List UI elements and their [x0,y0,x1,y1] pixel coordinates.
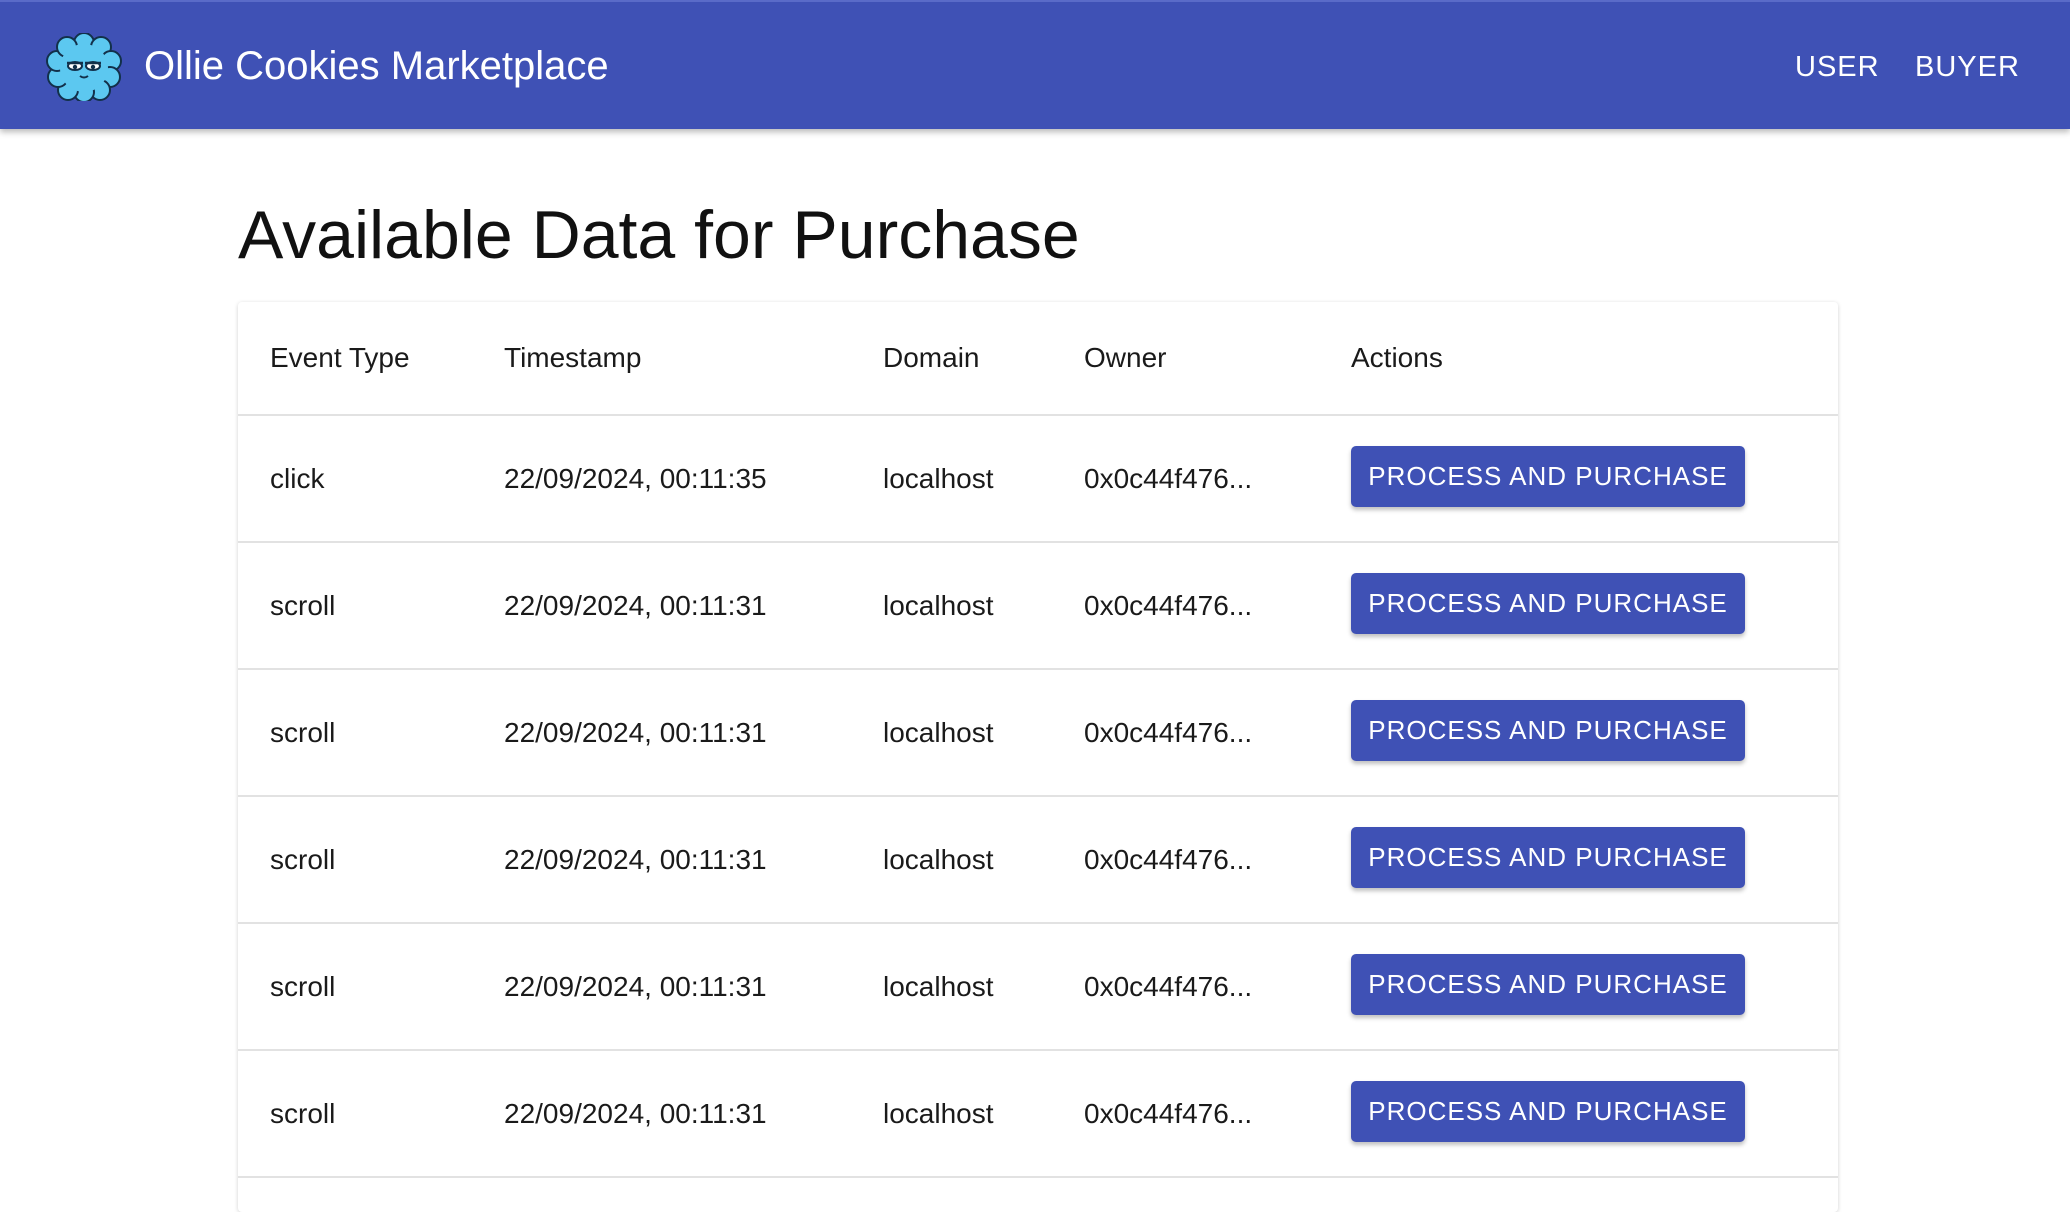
column-header-event-type: Event Type [270,342,410,373]
table-row: scroll 22/09/2024, 00:11:31 localhost 0x… [238,924,1838,1051]
column-header-domain: Domain [883,342,980,373]
event-type-cell: scroll [270,970,336,1002]
event-type-cell: click [270,462,325,494]
owner-cell: 0x0c44f476... [1084,1097,1253,1129]
page-title: Available Data for Purchase [238,197,1080,273]
timestamp-cell: 22/09/2024, 00:11:31 [504,589,767,621]
timestamp-cell: 22/09/2024, 00:11:31 [504,1097,767,1129]
actions-cell: PROCESS AND PURCHASE [1351,1051,1745,1176]
actions-cell: PROCESS AND PURCHASE [1351,416,1745,541]
owner-cell: 0x0c44f476... [1084,716,1253,748]
timestamp-cell: 22/09/2024, 00:11:31 [504,716,767,748]
event-type-cell: scroll [270,1097,336,1129]
domain-cell: localhost [883,716,994,748]
table-row: scroll 22/09/2024, 00:11:31 localhost 0x… [238,1051,1838,1178]
process-and-purchase-button[interactable]: PROCESS AND PURCHASE [1351,954,1745,1015]
timestamp-cell: 22/09/2024, 00:11:35 [504,462,767,494]
actions-cell: PROCESS AND PURCHASE [1351,670,1745,795]
table-row: scroll 22/09/2024, 00:11:31 localhost 0x… [238,797,1838,924]
owner-cell: 0x0c44f476... [1084,462,1253,494]
owner-cell: 0x0c44f476... [1084,589,1253,621]
column-header-owner: Owner [1084,342,1167,373]
actions-cell: PROCESS AND PURCHASE [1351,543,1745,668]
actions-cell: PROCESS AND PURCHASE [1351,797,1745,922]
app-title: Ollie Cookies Marketplace [144,44,609,88]
domain-cell: localhost [883,843,994,875]
top-app-bar: Ollie Cookies Marketplace USER BUYER [0,0,2070,129]
domain-cell: localhost [883,970,994,1002]
table-header-row: Event Type Timestamp Domain Owner Action… [238,302,1838,416]
process-and-purchase-button[interactable]: PROCESS AND PURCHASE [1351,1081,1745,1142]
domain-cell: localhost [883,1097,994,1129]
timestamp-cell: 22/09/2024, 00:11:31 [504,970,767,1002]
column-header-timestamp: Timestamp [504,342,642,373]
domain-cell: localhost [883,462,994,494]
owner-cell: 0x0c44f476... [1084,970,1253,1002]
actions-cell: PROCESS AND PURCHASE [1351,924,1745,1049]
domain-cell: localhost [883,589,994,621]
process-and-purchase-button[interactable]: PROCESS AND PURCHASE [1351,700,1745,761]
process-and-purchase-button[interactable]: PROCESS AND PURCHASE [1351,573,1745,634]
process-and-purchase-button[interactable]: PROCESS AND PURCHASE [1351,446,1745,507]
data-table: Event Type Timestamp Domain Owner Action… [238,302,1838,1212]
table-row: scroll 22/09/2024, 00:11:31 localhost 0x… [238,543,1838,670]
table-row: click 22/09/2024, 00:11:35 localhost 0x0… [238,416,1838,543]
event-type-cell: scroll [270,716,336,748]
table-row: scroll 22/09/2024, 00:11:31 localhost 0x… [238,670,1838,797]
ollie-cookie-logo-icon[interactable] [46,32,122,103]
column-header-actions: Actions [1351,342,1443,373]
event-type-cell: scroll [270,589,336,621]
nav-user-button[interactable]: USER [1795,47,1880,87]
owner-cell: 0x0c44f476... [1084,843,1253,875]
timestamp-cell: 22/09/2024, 00:11:31 [504,843,767,875]
process-and-purchase-button[interactable]: PROCESS AND PURCHASE [1351,827,1745,888]
event-type-cell: scroll [270,843,336,875]
nav-buyer-button[interactable]: BUYER [1915,47,2020,87]
